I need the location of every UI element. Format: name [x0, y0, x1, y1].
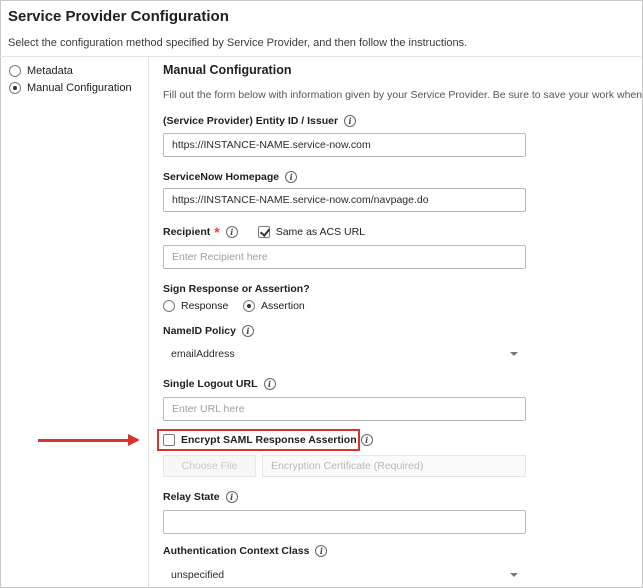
logout-label: Single Logout URL i — [163, 378, 276, 390]
entity-id-input[interactable]: https://INSTANCE-NAME.service-now.com — [163, 133, 526, 157]
page-title: Service Provider Configuration — [8, 8, 229, 25]
entity-id-label-text: (Service Provider) Entity ID / Issuer — [163, 115, 339, 127]
encrypt-checkbox[interactable] — [163, 434, 175, 446]
method-option-label: Metadata — [27, 65, 73, 77]
relay-state-label-text: Relay State — [163, 491, 220, 503]
homepage-input[interactable]: https://INSTANCE-NAME.service-now.com/na… — [163, 188, 526, 212]
manual-configuration-radio[interactable] — [9, 82, 21, 94]
same-as-acs-label: Same as ACS URL — [275, 226, 366, 238]
info-icon[interactable]: i — [263, 378, 276, 390]
manual-configuration-description: Fill out the form below with information… — [163, 89, 643, 101]
auth-context-select[interactable]: unspecified — [163, 564, 526, 586]
recipient-input[interactable]: Enter Recipient here — [163, 245, 526, 269]
nameid-label-text: NameID Policy — [163, 325, 236, 337]
logout-url-input[interactable]: Enter URL here — [163, 397, 526, 421]
info-icon[interactable]: i — [344, 115, 357, 127]
assertion-radio[interactable] — [243, 300, 255, 312]
info-icon[interactable]: i — [225, 226, 238, 238]
required-star: * — [214, 224, 220, 240]
homepage-label: ServiceNow Homepage i — [163, 171, 298, 183]
relay-state-input[interactable] — [163, 510, 526, 534]
logout-label-text: Single Logout URL — [163, 378, 258, 390]
info-icon[interactable]: i — [241, 325, 254, 337]
entity-id-label: (Service Provider) Entity ID / Issuer i — [163, 115, 357, 127]
page-subtitle: Select the configuration method specifie… — [8, 37, 468, 49]
recipient-label-text: Recipient — [163, 226, 211, 238]
header-divider — [0, 56, 641, 57]
sign-option-assertion[interactable]: Assertion — [243, 300, 305, 312]
info-icon[interactable]: i — [225, 491, 238, 503]
encrypt-option[interactable]: Encrypt SAML Response Assertion i — [163, 434, 373, 446]
annotation-arrow-line — [38, 439, 130, 442]
nameid-label: NameID Policy i — [163, 325, 254, 337]
manual-configuration-title: Manual Configuration — [163, 63, 292, 77]
info-icon[interactable]: i — [360, 434, 373, 446]
sign-option-label: Response — [181, 300, 229, 312]
method-option-label: Manual Configuration — [27, 82, 132, 94]
sign-option-response[interactable]: Response — [163, 300, 228, 312]
encrypt-label: Encrypt SAML Response Assertion — [181, 434, 357, 446]
recipient-label: Recipient * i Same as ACS URL — [163, 224, 365, 240]
same-as-acs-checkbox[interactable] — [257, 226, 270, 238]
same-as-acs-option[interactable]: Same as ACS URL — [257, 226, 366, 238]
sign-option-label: Assertion — [261, 300, 305, 312]
info-icon[interactable]: i — [285, 171, 298, 183]
info-icon[interactable]: i — [315, 545, 328, 557]
homepage-label-text: ServiceNow Homepage — [163, 171, 280, 183]
method-option-manual[interactable]: Manual Configuration — [9, 82, 132, 94]
arrow-right-icon — [128, 434, 140, 446]
nameid-select[interactable]: emailAddress — [163, 343, 526, 365]
metadata-radio[interactable] — [9, 65, 21, 77]
method-option-metadata[interactable]: Metadata — [9, 65, 73, 77]
sign-label: Sign Response or Assertion? — [163, 283, 310, 295]
auth-context-value: unspecified — [171, 569, 225, 581]
encryption-certificate-input[interactable]: Encryption Certificate (Required) — [262, 455, 526, 477]
choose-file-button[interactable]: Choose File — [163, 455, 256, 477]
relay-state-label: Relay State i — [163, 491, 238, 503]
response-radio[interactable] — [163, 300, 175, 312]
chevron-down-icon — [510, 352, 518, 356]
left-panel-divider — [148, 57, 149, 588]
sign-label-text: Sign Response or Assertion? — [163, 283, 310, 295]
chevron-down-icon — [510, 573, 518, 577]
auth-context-label-text: Authentication Context Class — [163, 545, 310, 557]
nameid-value: emailAddress — [171, 348, 235, 360]
auth-context-label: Authentication Context Class i — [163, 545, 328, 557]
